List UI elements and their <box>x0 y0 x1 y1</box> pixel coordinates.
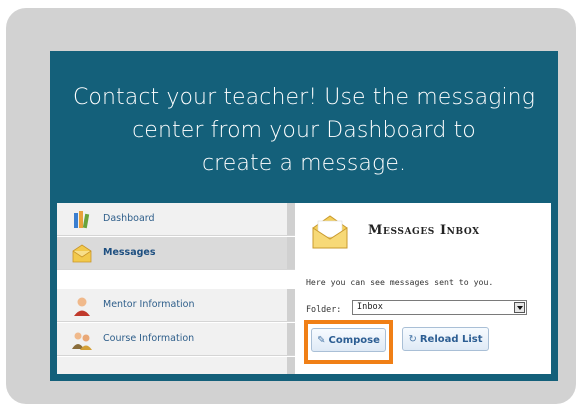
inbox-description: Here you can see messages sent to you. <box>306 277 494 287</box>
sidebar-nav: Dashboard Messages Mentor Information Co… <box>57 203 297 374</box>
refresh-icon: ↻ <box>408 333 417 345</box>
nav-divider <box>287 289 295 321</box>
envelope-icon <box>312 215 348 249</box>
dashboard-screenshot: Dashboard Messages Mentor Information Co… <box>57 203 551 374</box>
sidebar-item-course-information[interactable]: Course Information <box>57 323 295 356</box>
sidebar-item-mentor-information[interactable]: Mentor Information <box>57 289 295 322</box>
page-title: Messages Inbox <box>368 223 480 238</box>
reload-list-button-label: Reload List <box>419 333 483 345</box>
compose-button[interactable]: ✎ Compose <box>311 328 386 352</box>
sidebar-item-dashboard[interactable]: Dashboard <box>57 203 295 236</box>
nav-divider <box>287 237 295 269</box>
reload-list-button[interactable]: ↻ Reload List <box>402 327 489 351</box>
outer-card: Contact your teacher! Use the messaging … <box>6 8 576 404</box>
headline-line-2: center from your Dashboard to <box>132 118 476 143</box>
nav-divider <box>287 323 295 355</box>
nav-divider <box>287 203 295 235</box>
chevron-down-icon[interactable] <box>514 302 525 313</box>
sidebar-item-label: Mentor Information <box>103 299 195 310</box>
sidebar-item-label: Course Information <box>103 333 195 344</box>
nav-divider <box>287 357 295 374</box>
folder-select-value: Inbox <box>357 302 383 312</box>
folder-select[interactable]: Inbox <box>352 300 527 315</box>
instruction-headline: Contact your teacher! Use the messaging … <box>50 81 558 180</box>
pencil-icon: ✎ <box>317 334 326 346</box>
sidebar-item-label: Dashboard <box>103 213 155 224</box>
books-icon <box>74 211 90 229</box>
sidebar-item-messages[interactable]: Messages <box>57 237 295 270</box>
sidebar-item-label: Messages <box>103 247 156 258</box>
sidebar-item-partial[interactable] <box>57 357 295 374</box>
headline-line-1: Contact your teacher! Use the messaging <box>72 85 536 110</box>
messages-pane: Messages Inbox Here you can see messages… <box>302 203 551 374</box>
compose-button-label: Compose <box>328 334 380 346</box>
envelope-icon <box>72 244 92 263</box>
people-icon <box>72 332 92 350</box>
folder-label: Folder: <box>306 304 342 314</box>
instruction-panel: Contact your teacher! Use the messaging … <box>50 51 558 381</box>
nav-spacer <box>57 271 295 281</box>
headline-line-3: create a message. <box>201 151 407 176</box>
person-icon <box>74 297 90 316</box>
